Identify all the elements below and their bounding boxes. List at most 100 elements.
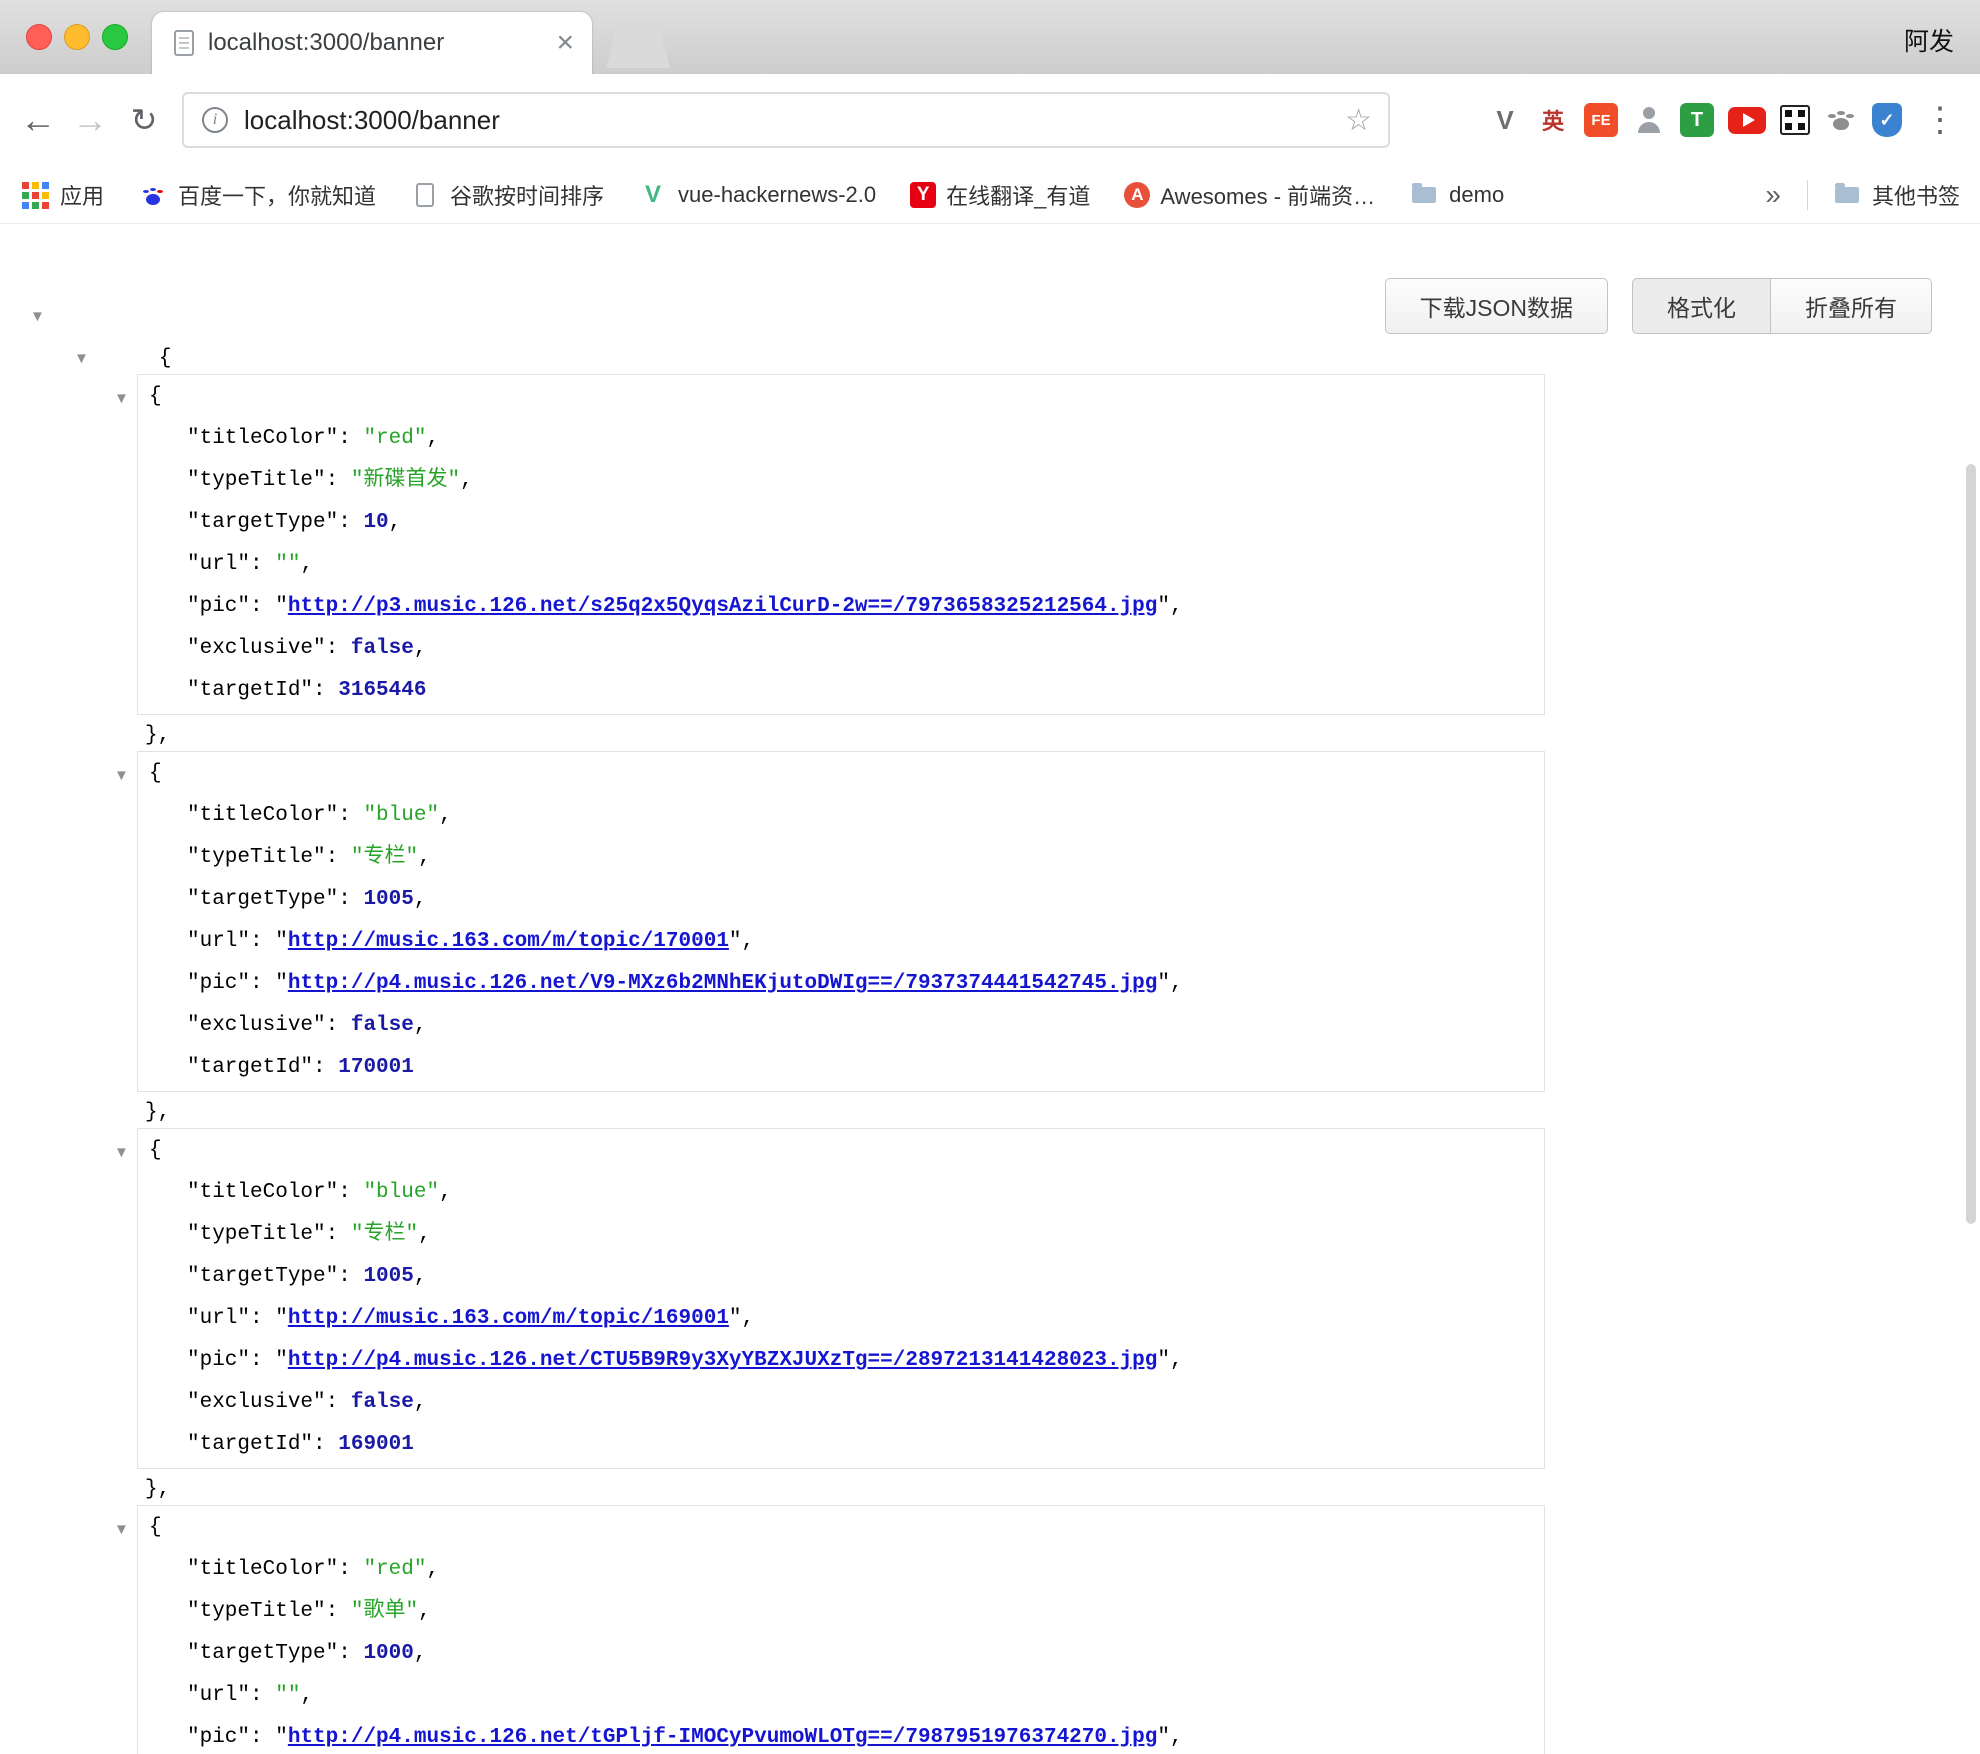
json-field-targetType: "targetType": 10,: [138, 502, 1544, 544]
extension-icon-profile[interactable]: [1632, 103, 1666, 137]
bookmarks-divider: [1807, 180, 1808, 210]
extension-icon-green-shield[interactable]: T: [1680, 103, 1714, 137]
json-colon: :: [338, 1642, 363, 1665]
json-key: "url": [187, 930, 250, 953]
json-key: "url": [187, 1307, 250, 1330]
page-info-icon[interactable]: i: [202, 107, 228, 133]
json-number-value: 169001: [338, 1433, 414, 1456]
bookmark-label: 百度一下，你就知道: [178, 179, 376, 211]
collapse-toggle-icon[interactable]: ▼: [114, 755, 129, 797]
browser-tab[interactable]: localhost:3000/banner ×: [152, 12, 592, 74]
new-tab-button[interactable]: [606, 18, 670, 68]
bookmarks-overflow-icon[interactable]: »: [1765, 179, 1781, 211]
json-number-value: false: [351, 1014, 414, 1037]
json-key: "url": [187, 1684, 250, 1707]
banner-object-3: ▼{"titleColor": "blue","typeTitle": "专栏"…: [0, 1128, 1980, 1511]
profile-name[interactable]: 阿发: [1904, 22, 1954, 58]
json-string-value: "新碟首发": [351, 469, 460, 492]
json-string-value: "blue": [363, 804, 439, 827]
banner-object-1: ▼{"titleColor": "red","typeTitle": "新碟首发…: [0, 374, 1980, 757]
extension-icon-translate[interactable]: 英: [1536, 103, 1570, 137]
json-field-url: "url": "",: [138, 544, 1544, 586]
collapse-toggle-icon[interactable]: ▼: [114, 1509, 129, 1551]
json-url-link[interactable]: http://p4.music.126.net/tGPljf-IMOCyPvum…: [288, 1726, 1158, 1749]
json-string-value: "red": [363, 1558, 426, 1581]
json-colon: :: [326, 1600, 351, 1623]
json-comma: ,: [418, 1600, 431, 1623]
json-key: "pic": [187, 972, 250, 995]
bookmark-apps[interactable]: 应用: [20, 179, 104, 211]
bookmark-google-sort[interactable]: 谷歌按时间排序: [410, 179, 604, 211]
extension-icon-vimium[interactable]: V: [1488, 103, 1522, 137]
json-comma: ,: [414, 1265, 427, 1288]
vertical-scrollbar[interactable]: [1966, 464, 1976, 1224]
json-field-url: "url": "http://music.163.com/m/topic/169…: [138, 1298, 1544, 1340]
json-quote: ": [1157, 595, 1170, 618]
json-field-url: "url": "http://music.163.com/m/topic/170…: [138, 921, 1544, 963]
extension-icon-blue-shield[interactable]: ✓: [1872, 103, 1902, 137]
json-key: "typeTitle": [187, 846, 326, 869]
json-field-typeTitle: "typeTitle": "歌单",: [138, 1591, 1544, 1633]
close-window-button[interactable]: [26, 24, 52, 50]
json-viewer: ▼{ ▼"banners": [ ▼{"titleColor": "red","…: [0, 296, 1980, 1754]
json-colon: :: [338, 427, 363, 450]
json-quote: ": [275, 1726, 288, 1749]
forward-button[interactable]: →: [64, 74, 116, 166]
bookmark-star-icon[interactable]: ☆: [1345, 103, 1372, 138]
bookmark-awesomes[interactable]: A Awesomes - 前端资…: [1124, 179, 1375, 211]
banner-object-4: ▼{"titleColor": "red","typeTitle": "歌单",…: [0, 1505, 1980, 1754]
json-string-value: "blue": [363, 1181, 439, 1204]
youdao-icon: Y: [910, 182, 936, 208]
json-colon: :: [338, 1558, 363, 1581]
json-field-targetType: "targetType": 1000,: [138, 1633, 1544, 1675]
minimize-window-button[interactable]: [64, 24, 90, 50]
json-colon: :: [326, 469, 351, 492]
extension-icon-qrcode[interactable]: [1780, 105, 1810, 135]
tab-close-icon[interactable]: ×: [556, 28, 574, 58]
json-url-link[interactable]: http://p4.music.126.net/CTU5B9R9y3XyYBZX…: [288, 1349, 1158, 1372]
json-quote: ": [1157, 972, 1170, 995]
extension-icon-fe[interactable]: FE: [1584, 103, 1618, 137]
json-colon: :: [326, 846, 351, 869]
bookmark-demo-folder[interactable]: demo: [1409, 180, 1504, 210]
json-url-link[interactable]: http://p4.music.126.net/V9-MXz6b2MNhEKju…: [288, 972, 1158, 995]
collapse-toggle-icon[interactable]: ▼: [30, 296, 45, 338]
json-key: "targetType": [187, 1642, 338, 1665]
json-colon: :: [326, 1014, 351, 1037]
json-url-link[interactable]: http://p3.music.126.net/s25q2x5QyqsAzilC…: [288, 595, 1158, 618]
json-comma: ,: [426, 427, 439, 450]
extension-icon-paw[interactable]: [1824, 103, 1858, 137]
reload-button[interactable]: ↻: [118, 74, 170, 166]
json-key: "targetId": [187, 679, 313, 702]
open-brace: {: [149, 385, 162, 408]
json-url-link[interactable]: http://music.163.com/m/topic/170001: [288, 930, 729, 953]
bookmark-vue-hackernews[interactable]: V vue-hackernews-2.0: [638, 180, 876, 210]
extension-icon-youtube[interactable]: [1728, 107, 1766, 134]
zoom-window-button[interactable]: [102, 24, 128, 50]
collapse-toggle-icon[interactable]: ▼: [114, 378, 129, 420]
json-quote: ": [1157, 1349, 1170, 1372]
bookmark-baidu[interactable]: 百度一下，你就知道: [138, 179, 376, 211]
json-field-url: "url": "",: [138, 1675, 1544, 1717]
browser-menu-icon[interactable]: ⋮: [1918, 74, 1962, 166]
json-url-link[interactable]: http://music.163.com/m/topic/169001: [288, 1307, 729, 1330]
bookmark-youdao[interactable]: Y 在线翻译_有道: [910, 179, 1090, 211]
object-box: {"titleColor": "red","typeTitle": "新碟首发"…: [137, 374, 1545, 715]
json-colon: :: [313, 1433, 338, 1456]
json-colon: :: [250, 972, 275, 995]
json-quote: ": [729, 930, 742, 953]
json-field-typeTitle: "typeTitle": "新碟首发",: [138, 460, 1544, 502]
json-comma: ,: [414, 1014, 427, 1037]
json-key: "targetId": [187, 1056, 313, 1079]
json-string-value: "专栏": [351, 1223, 418, 1246]
address-bar[interactable]: i localhost:3000/banner ☆: [182, 92, 1390, 148]
json-colon: :: [338, 888, 363, 911]
other-bookmarks-folder[interactable]: 其他书签: [1832, 179, 1960, 211]
bookmark-label: vue-hackernews-2.0: [678, 182, 876, 208]
baidu-paw-icon: [138, 180, 168, 210]
back-button[interactable]: ←: [12, 74, 64, 166]
json-comma: ,: [1170, 1349, 1183, 1372]
json-key: "exclusive": [187, 637, 326, 660]
json-comma: ,: [414, 888, 427, 911]
collapse-toggle-icon[interactable]: ▼: [114, 1132, 129, 1174]
